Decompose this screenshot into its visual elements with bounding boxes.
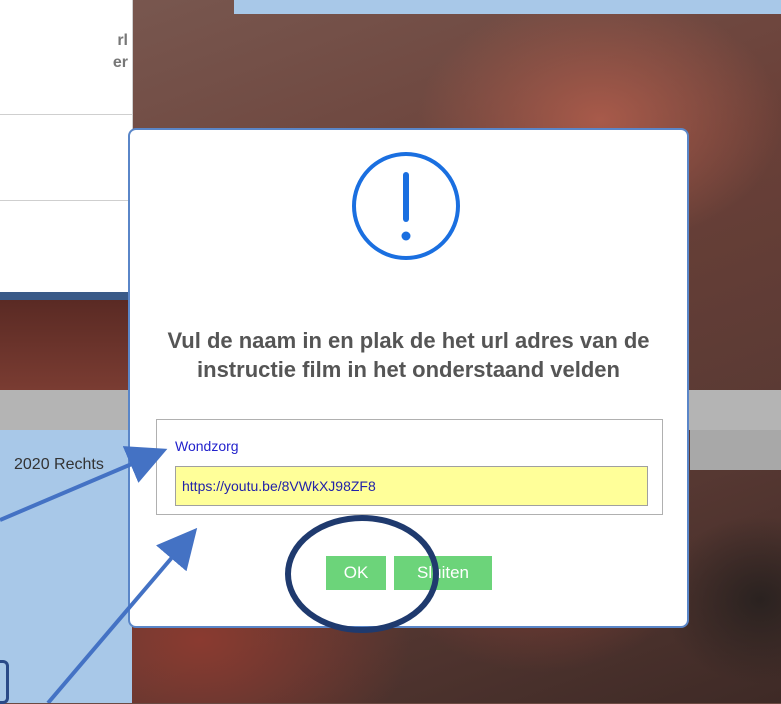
exclamation-circle-icon: [352, 152, 460, 260]
dialog-message: Vul de naam in en plak de het url adres …: [167, 328, 650, 382]
window-edge: [0, 292, 132, 300]
annotation-panel-top: [234, 0, 781, 14]
annotation-shape: [0, 660, 9, 704]
film-url-input[interactable]: [175, 466, 648, 506]
film-name-value[interactable]: Wondzorg: [175, 438, 239, 454]
footer-copyright-text: 2020 Rechts: [14, 456, 104, 473]
page-footer-band-lower: [690, 430, 781, 470]
ok-button[interactable]: OK: [326, 556, 386, 590]
divider: [0, 200, 132, 201]
underlying-page-window: rl er: [0, 0, 133, 300]
instruction-film-dialog: Vul de naam in en plak de het url adres …: [128, 128, 689, 628]
dialog-form: Wondzorg: [156, 419, 663, 515]
divider: [0, 114, 132, 115]
page-text-snippet: rl: [117, 32, 128, 49]
photo-strip: [0, 300, 132, 390]
close-button[interactable]: Sluiten: [394, 556, 492, 590]
annotation-panel-left: [0, 390, 132, 703]
page-text-snippet: er: [112, 54, 128, 71]
